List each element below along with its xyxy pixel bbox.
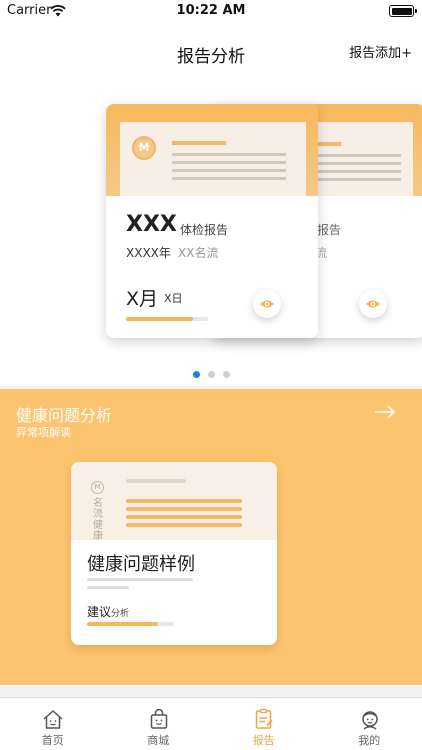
tab-label: 报告	[252, 734, 275, 747]
health-card-title: 健康问题样例	[87, 554, 195, 575]
report-org-label: XX名流	[178, 246, 219, 260]
report-day: X日	[164, 292, 183, 305]
tab-home[interactable]: 首页	[0, 698, 106, 750]
report-month: X月	[126, 288, 159, 310]
tab-profile[interactable]: 我的	[317, 698, 422, 750]
home-icon	[43, 710, 63, 729]
carousel-dot[interactable]	[222, 371, 230, 378]
eye-icon	[260, 300, 274, 308]
report-type-label: 体检报告	[180, 223, 229, 237]
tab-shop[interactable]: 商城	[106, 698, 212, 750]
report-title: XXX	[126, 212, 177, 237]
report-carousel[interactable]: 报告 流 M XXX 体检报告 XXXX年 XX名流 X月 X日	[0, 86, 422, 386]
shopping-bag-icon	[150, 708, 167, 729]
report-year: XXXX年	[126, 246, 171, 260]
eye-icon	[366, 300, 380, 308]
tab-label: 首页	[41, 734, 64, 747]
advice-suffix: 分析	[111, 609, 130, 619]
health-progress-fill	[87, 622, 159, 626]
brand-vertical-text: 名流健康	[93, 498, 103, 542]
section-title: 健康问题分析	[16, 406, 113, 425]
report-progress-track	[126, 317, 208, 321]
view-report-button[interactable]	[253, 290, 281, 318]
report-card-body: XXX 体检报告 XXXX年 XX名流 X月 X日	[106, 196, 318, 338]
report-paper-illustration: M	[120, 122, 306, 196]
report-progress-fill	[126, 317, 194, 321]
status-bar: Carrier 10:22 AM	[0, 0, 422, 22]
advice-text: 建议	[87, 605, 112, 619]
health-progress-track	[87, 622, 174, 626]
health-card-cover: M 名流健康	[71, 462, 277, 542]
brand-logo: M	[132, 136, 156, 160]
clock: 10:22 AM	[176, 3, 246, 18]
report-card-cover: M	[106, 104, 318, 196]
health-card-body: 健康问题样例 建议分析	[71, 540, 277, 645]
nav-bar: 报告分析 报告添加+	[0, 22, 422, 86]
health-example-card[interactable]: M 名流健康 健康问题样例 建议分析	[71, 462, 277, 645]
tab-bar: 首页 商城 报告 我的	[0, 697, 422, 750]
battery-icon	[389, 5, 417, 17]
report-type-label: 报告	[317, 223, 342, 237]
add-report-button[interactable]: 报告添加+	[349, 42, 412, 61]
report-icon	[255, 708, 273, 729]
carousel-pagination[interactable]	[0, 363, 422, 382]
tab-label: 我的	[358, 734, 381, 747]
tab-report[interactable]: 报告	[211, 698, 317, 750]
profile-icon	[361, 711, 378, 730]
view-report-button[interactable]	[359, 290, 387, 318]
section-subtitle: 异常项解读	[16, 426, 71, 439]
tab-label: 商城	[147, 734, 170, 747]
carousel-dot[interactable]	[192, 371, 200, 378]
health-analysis-section[interactable]: 健康问题分析 异常项解读 M 名流健康 健康问题样例 建议分析	[0, 389, 422, 685]
brand-logo: M	[91, 481, 104, 494]
advice-label: 建议分析	[87, 603, 129, 620]
arrow-right-icon[interactable]	[374, 405, 396, 419]
report-card[interactable]: M XXX 体检报告 XXXX年 XX名流 X月 X日	[106, 104, 318, 338]
carousel-dot[interactable]	[207, 371, 215, 378]
